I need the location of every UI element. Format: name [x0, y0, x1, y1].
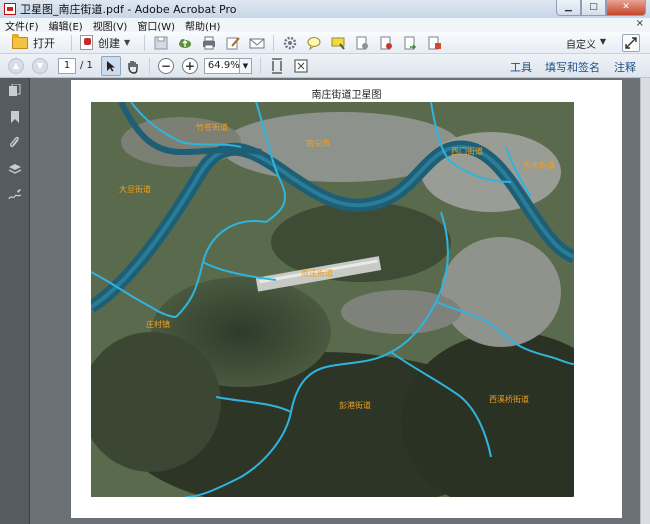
menu-help[interactable]: 帮助(H)	[180, 18, 225, 33]
zoom-in-button[interactable]: +	[181, 57, 198, 74]
comment-icon[interactable]	[306, 35, 322, 51]
highlight-icon[interactable]	[330, 35, 346, 51]
zoom-level-input[interactable]: 64.9%	[203, 57, 240, 74]
map-label-district: 东大街道	[523, 161, 555, 170]
fit-width-icon	[294, 59, 308, 72]
menu-view[interactable]: 视图(V)	[88, 18, 133, 33]
page-total: / 1	[80, 60, 93, 71]
bookmarks-icon[interactable]	[8, 110, 22, 124]
window-title: 卫星图_南庄街道.pdf - Adobe Acrobat Pro	[20, 3, 237, 16]
toolbar-divider	[71, 34, 72, 51]
acrobat-pdf-icon	[4, 3, 16, 15]
create-pdf-icon	[80, 35, 93, 50]
zoom-dropdown-button[interactable]: ▼	[239, 57, 252, 74]
open-button[interactable]: 打开	[8, 33, 59, 53]
document-view[interactable]: 南庄街道卫星图 竹苍街道 南尖市 西门街道 大旦街道 东大街道 南庄街道 庄村镇…	[30, 78, 650, 524]
export-icon[interactable]	[402, 35, 418, 51]
create-button-label: 创建	[98, 36, 120, 50]
cursor-arrow-icon	[106, 60, 115, 71]
fit-page-icon	[271, 57, 282, 74]
toolbar-divider	[144, 34, 146, 51]
zoom-out-button[interactable]: −	[157, 57, 174, 74]
chevron-down-icon: ▼	[242, 61, 249, 70]
map-label-district: 大旦街道	[119, 185, 151, 194]
folder-open-icon	[12, 33, 28, 49]
create-button[interactable]: 创建 ▼	[76, 33, 134, 53]
map-label-district: 西溪桥街道	[489, 395, 529, 404]
stamp-icon[interactable]	[378, 35, 394, 51]
map-label-district: 南尖市	[306, 139, 330, 148]
page-number-input[interactable]: 1	[58, 57, 76, 74]
sign-icon[interactable]	[426, 35, 442, 51]
menu-window[interactable]: 窗口(W)	[132, 18, 180, 33]
hand-tool-button[interactable]	[125, 58, 141, 74]
title-bar: 卫星图_南庄街道.pdf - Adobe Acrobat Pro ▁ □ ✕	[0, 0, 650, 18]
edit-icon[interactable]	[225, 35, 241, 51]
toolbar-divider	[148, 57, 150, 74]
chevron-down-icon: ▼	[124, 38, 131, 47]
document-close-button[interactable]: ×	[636, 18, 644, 29]
attachments-icon[interactable]	[8, 136, 22, 150]
previous-page-button[interactable]: ▲	[8, 57, 24, 74]
menu-file[interactable]: 文件(F)	[0, 18, 44, 33]
fit-page-button[interactable]	[269, 57, 285, 74]
fill-sign-panel-link[interactable]: 填写和签名	[545, 59, 600, 75]
navigation-toolbar: ▲ ▼ 1 / 1 − + 64.9% ▼ 工具 填写和签名 注释	[0, 54, 650, 78]
fullscreen-button[interactable]	[622, 34, 640, 52]
map-label-district: 西门街道	[451, 147, 483, 156]
gear-icon[interactable]	[282, 35, 298, 51]
toolbar-divider	[259, 57, 261, 74]
signatures-icon[interactable]	[8, 188, 22, 202]
hand-icon	[128, 60, 138, 74]
toolbar-divider	[273, 34, 275, 51]
page-thumbnails-icon[interactable]	[8, 83, 22, 98]
window-controls: ▁ □ ✕	[556, 0, 646, 16]
cloud-upload-icon[interactable]	[177, 35, 193, 51]
arrow-up-icon: ▲	[12, 61, 20, 70]
minimize-button[interactable]: ▁	[556, 0, 581, 16]
comment-panel-link[interactable]: 注释	[614, 59, 636, 75]
print-icon[interactable]	[201, 35, 217, 51]
vertical-scrollbar[interactable]	[640, 78, 650, 524]
open-button-label: 打开	[33, 36, 55, 50]
save-icon[interactable]	[153, 35, 169, 51]
chevron-down-icon: ▼	[599, 37, 606, 46]
map-label-district: 彭港街道	[339, 401, 371, 410]
close-button[interactable]: ✕	[606, 0, 646, 16]
layers-icon[interactable]	[8, 162, 22, 176]
maximize-button[interactable]: □	[581, 0, 606, 16]
fit-width-button[interactable]	[293, 58, 309, 74]
map-label-district: 竹苍街道	[196, 123, 228, 132]
select-tool-button[interactable]	[100, 55, 121, 76]
satellite-map-graphic	[91, 102, 574, 497]
page-title: 南庄街道卫星图	[311, 90, 382, 101]
attach-icon[interactable]	[354, 35, 370, 51]
satellite-map-image: 竹苍街道 南尖市 西门街道 大旦街道 东大街道 南庄街道 庄村镇 彭港街道 西溪…	[91, 102, 574, 497]
pdf-page: 南庄街道卫星图 竹苍街道 南尖市 西门街道 大旦街道 东大街道 南庄街道 庄村镇…	[71, 80, 622, 518]
tools-panel-link[interactable]: 工具	[510, 59, 532, 75]
arrow-down-icon: ▼	[36, 61, 44, 70]
map-label-district: 南庄街道	[301, 269, 333, 278]
email-icon[interactable]	[249, 35, 265, 51]
navigation-pane	[0, 78, 30, 524]
menu-edit[interactable]: 编辑(E)	[44, 18, 88, 33]
menu-bar: 文件(F) 编辑(E) 视图(V) 窗口(W) 帮助(H) ×	[0, 18, 650, 33]
customize-dropdown[interactable]: 自定义	[566, 36, 596, 51]
main-toolbar: 打开 创建 ▼ 自定义 ▼	[0, 32, 650, 54]
map-label-district: 庄村镇	[146, 320, 170, 329]
next-page-button[interactable]: ▼	[32, 57, 48, 74]
expand-icon	[625, 37, 637, 49]
